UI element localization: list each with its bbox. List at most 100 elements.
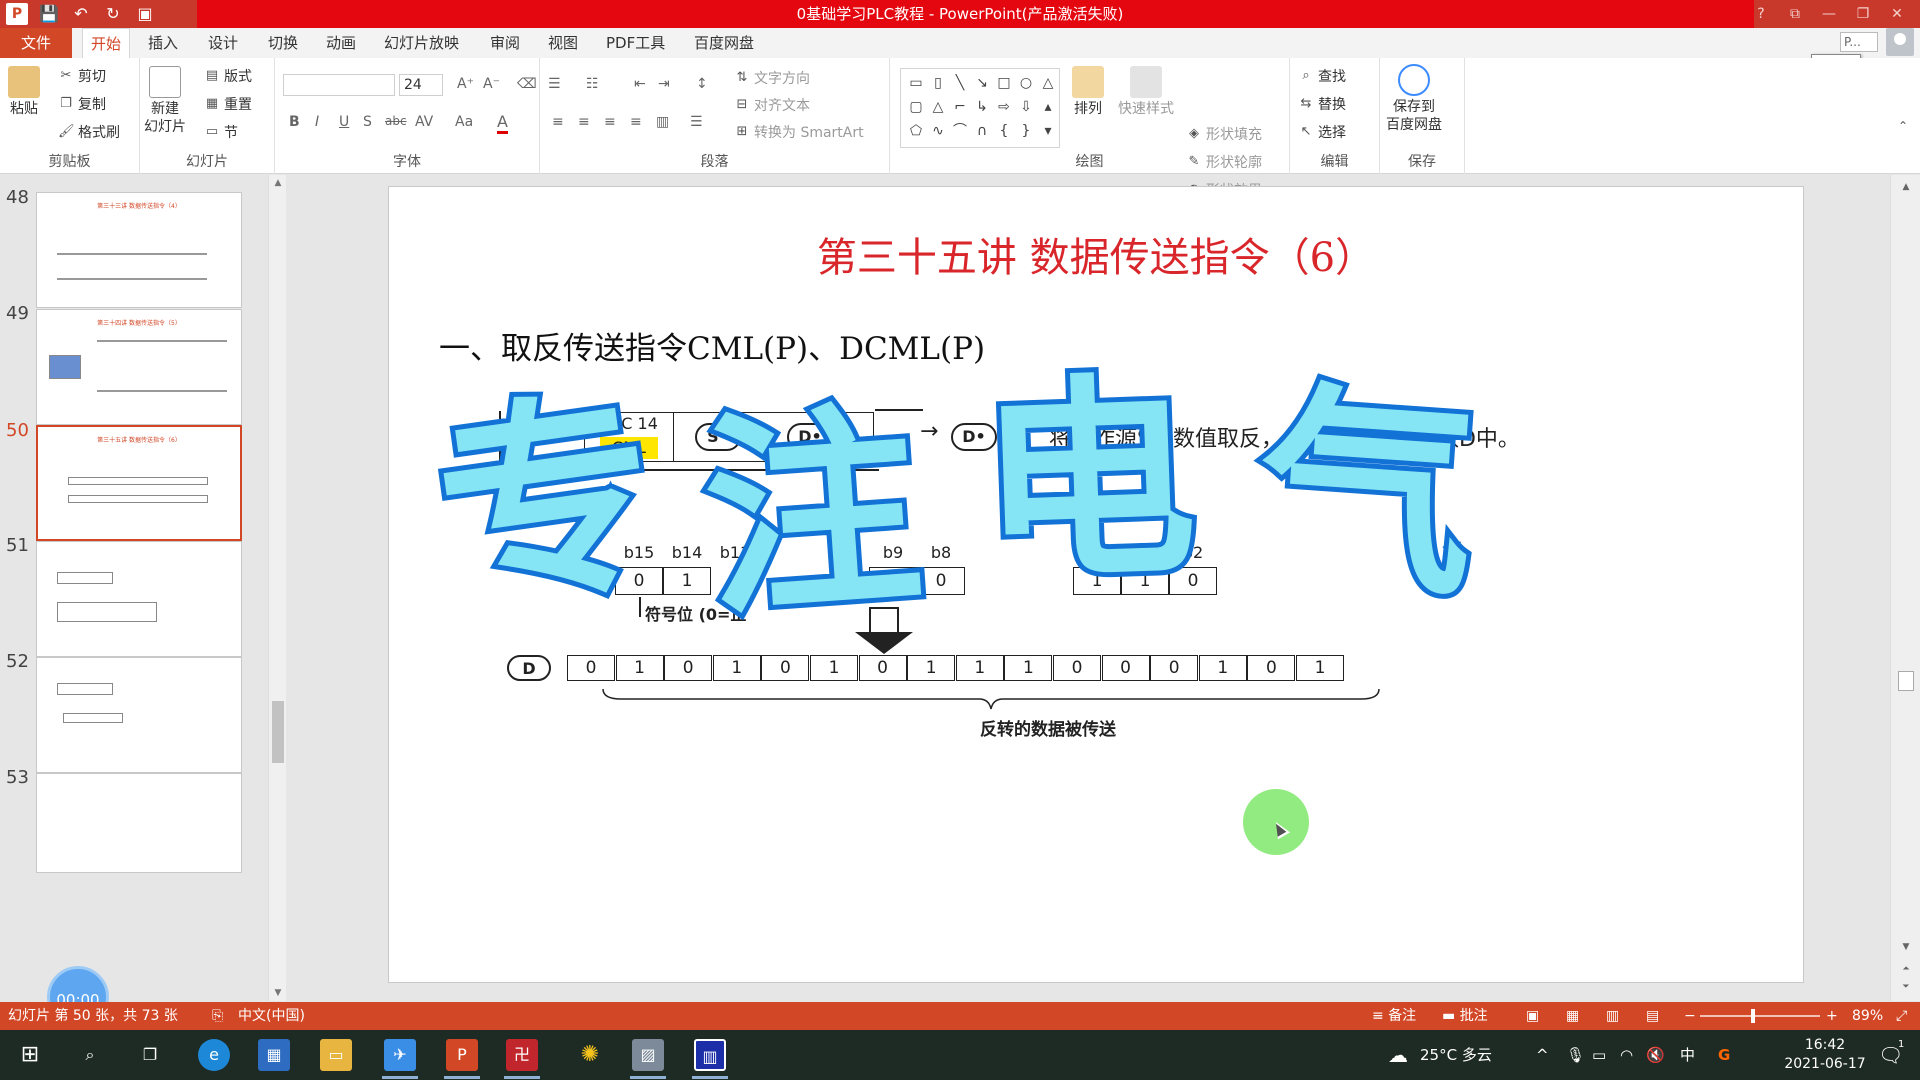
- microphone-icon[interactable]: 🎙: [1566, 1030, 1585, 1080]
- font-name-box[interactable]: [283, 74, 395, 96]
- quick-styles-button[interactable]: 快速样式: [1118, 66, 1174, 118]
- slide-title[interactable]: 第三十五讲 数据传送指令（6）: [389, 225, 1803, 283]
- plc-app-icon[interactable]: 卍: [506, 1039, 538, 1071]
- close-button[interactable]: ✕: [1880, 0, 1914, 28]
- tab-file[interactable]: 文件: [0, 28, 72, 58]
- oval-shape-icon[interactable]: ○: [1015, 71, 1037, 95]
- change-case-button[interactable]: Aa: [455, 114, 473, 130]
- zoom-out-icon[interactable]: −: [1684, 1002, 1696, 1030]
- volume-mute-icon[interactable]: 🔇: [1646, 1030, 1665, 1080]
- columns-icon[interactable]: ▥: [656, 114, 669, 130]
- decrease-indent-icon[interactable]: ⇤: [634, 76, 646, 92]
- slide-subtitle[interactable]: 一、取反传送指令CML(P)、DCML(P): [439, 323, 985, 368]
- save-icon[interactable]: 💾: [38, 3, 60, 25]
- new-slide-button[interactable]: 新建 幻灯片: [144, 66, 186, 136]
- next-slide-icon[interactable]: ⏷: [1897, 979, 1915, 995]
- bullets-icon[interactable]: ☰: [548, 76, 561, 92]
- account-box[interactable]: P...: [1840, 32, 1878, 52]
- tab-slideshow[interactable]: 幻灯片放映: [376, 28, 467, 58]
- weather-text[interactable]: 25°C 多云: [1420, 1030, 1492, 1080]
- find-button[interactable]: ⌕ 查找: [1298, 66, 1346, 86]
- curve-shape-icon[interactable]: ∿: [927, 119, 949, 143]
- elbow-shape-icon[interactable]: ⌐: [949, 95, 971, 119]
- copy-button[interactable]: ❐ 复制: [58, 94, 106, 114]
- slide-thumbnail-50[interactable]: 第三十五讲 数据传送指令（6）: [36, 425, 242, 541]
- smartart-button[interactable]: ⊞ 转换为 SmartArt: [734, 122, 864, 142]
- right-arrow-shape-icon[interactable]: ⇨: [993, 95, 1015, 119]
- battery-icon[interactable]: ▭: [1592, 1030, 1606, 1080]
- reading-view-icon[interactable]: ▥: [1606, 1002, 1619, 1030]
- tab-home[interactable]: 开始: [82, 28, 131, 58]
- font-color-button[interactable]: A: [497, 112, 508, 134]
- tab-transitions[interactable]: 切换: [260, 28, 306, 58]
- line-shape-icon[interactable]: ╲: [949, 71, 971, 95]
- restore-button[interactable]: ❐: [1846, 0, 1880, 28]
- thumbnail-scroll-thumb[interactable]: [272, 701, 284, 763]
- slide-thumbnail-52[interactable]: [36, 657, 242, 773]
- cut-button[interactable]: ✂ 剪切: [58, 66, 106, 86]
- tab-review[interactable]: 审阅: [482, 28, 528, 58]
- tab-animations[interactable]: 动画: [318, 28, 364, 58]
- search-icon[interactable]: ⌕: [74, 1039, 106, 1071]
- paragraph-spacing-icon[interactable]: ☰: [690, 114, 703, 130]
- recorder-icon[interactable]: ▥: [694, 1039, 726, 1071]
- notes-button[interactable]: ≡ 备注: [1372, 1002, 1416, 1030]
- wave-shape-icon[interactable]: ∩: [971, 119, 993, 143]
- paste-button[interactable]: 粘贴: [8, 66, 40, 118]
- rectangle-shape-icon[interactable]: □: [993, 71, 1015, 95]
- powerpoint-icon[interactable]: P: [446, 1039, 478, 1071]
- spellcheck-icon[interactable]: ⎘: [212, 1002, 223, 1030]
- scroll-up-icon[interactable]: ▲: [1897, 179, 1915, 195]
- task-view-icon[interactable]: ❐: [134, 1039, 166, 1071]
- sogou-icon[interactable]: G: [1718, 1030, 1730, 1080]
- tab-insert[interactable]: 插入: [140, 28, 186, 58]
- avatar[interactable]: [1886, 28, 1914, 56]
- shape-outline-button[interactable]: ✎ 形状轮廓: [1186, 152, 1262, 172]
- zoom-slider-thumb[interactable]: [1751, 1009, 1755, 1023]
- zoom-in-icon[interactable]: +: [1826, 1002, 1838, 1030]
- weather-icon[interactable]: ☁: [1388, 1030, 1408, 1080]
- text-direction-button[interactable]: ⇅ 文字方向: [734, 68, 810, 88]
- tab-view[interactable]: 视图: [540, 28, 586, 58]
- increase-indent-icon[interactable]: ⇥: [658, 76, 670, 92]
- expand-gallery-icon[interactable]: ▾: [1037, 119, 1059, 143]
- slide-canvas[interactable]: 第三十五讲 数据传送指令（6） 一、取反传送指令CML(P)、DCML(P) 指…: [388, 186, 1804, 983]
- help-button[interactable]: ?: [1744, 0, 1778, 28]
- arrange-button[interactable]: 排列: [1072, 66, 1104, 118]
- windows-start-icon[interactable]: ⊞: [14, 1039, 46, 1071]
- select-button[interactable]: ↖ 选择: [1298, 122, 1346, 142]
- font-size-box[interactable]: 24: [399, 74, 443, 96]
- layout-button[interactable]: ▤ 版式: [204, 66, 252, 86]
- align-center-icon[interactable]: ≡: [578, 114, 590, 130]
- scroll-down-icon[interactable]: ▼: [1897, 939, 1915, 955]
- save-to-baidu-button[interactable]: 保存到 百度网盘: [1386, 64, 1442, 134]
- redo-icon[interactable]: ↻: [102, 3, 124, 25]
- shrink-font-icon[interactable]: A⁻: [483, 76, 500, 92]
- line-spacing-icon[interactable]: ↕: [696, 76, 708, 92]
- triangle-shape-icon[interactable]: △: [927, 95, 949, 119]
- connector-shape-icon[interactable]: ↳: [971, 95, 993, 119]
- underline-button[interactable]: U: [339, 114, 349, 130]
- normal-view-icon[interactable]: ▣: [1526, 1002, 1539, 1030]
- minimize-button[interactable]: —: [1812, 0, 1846, 28]
- textbox-shape-icon[interactable]: ▭: [905, 71, 927, 95]
- media-player-icon[interactable]: ✺: [574, 1039, 606, 1071]
- store-icon[interactable]: ▦: [258, 1039, 290, 1071]
- justify-icon[interactable]: ≡: [630, 114, 642, 130]
- arc-shape-icon[interactable]: ⌒: [949, 119, 971, 143]
- tab-pdf-tools[interactable]: PDF工具: [598, 28, 673, 58]
- zoom-level[interactable]: 89%: [1852, 1002, 1883, 1030]
- tray-expand-icon[interactable]: ^: [1536, 1030, 1549, 1080]
- replace-button[interactable]: ⇆ 替换: [1298, 94, 1346, 114]
- align-text-button[interactable]: ⊟ 对齐文本: [734, 95, 810, 115]
- slideshow-view-icon[interactable]: ▤: [1646, 1002, 1659, 1030]
- shape-fill-button[interactable]: ◈ 形状填充: [1186, 124, 1262, 144]
- align-left-icon[interactable]: ≡: [552, 114, 564, 130]
- slide-thumbnail-51[interactable]: [36, 541, 242, 657]
- ribbon-display-button[interactable]: ⧉: [1778, 0, 1812, 28]
- present-icon[interactable]: ▣: [134, 3, 156, 25]
- comments-button[interactable]: ▬ 批注: [1442, 1002, 1488, 1030]
- slide-sorter-icon[interactable]: ▦: [1566, 1002, 1579, 1030]
- image-app-icon[interactable]: ▨: [632, 1039, 664, 1071]
- feishu-icon[interactable]: ✈: [384, 1039, 416, 1071]
